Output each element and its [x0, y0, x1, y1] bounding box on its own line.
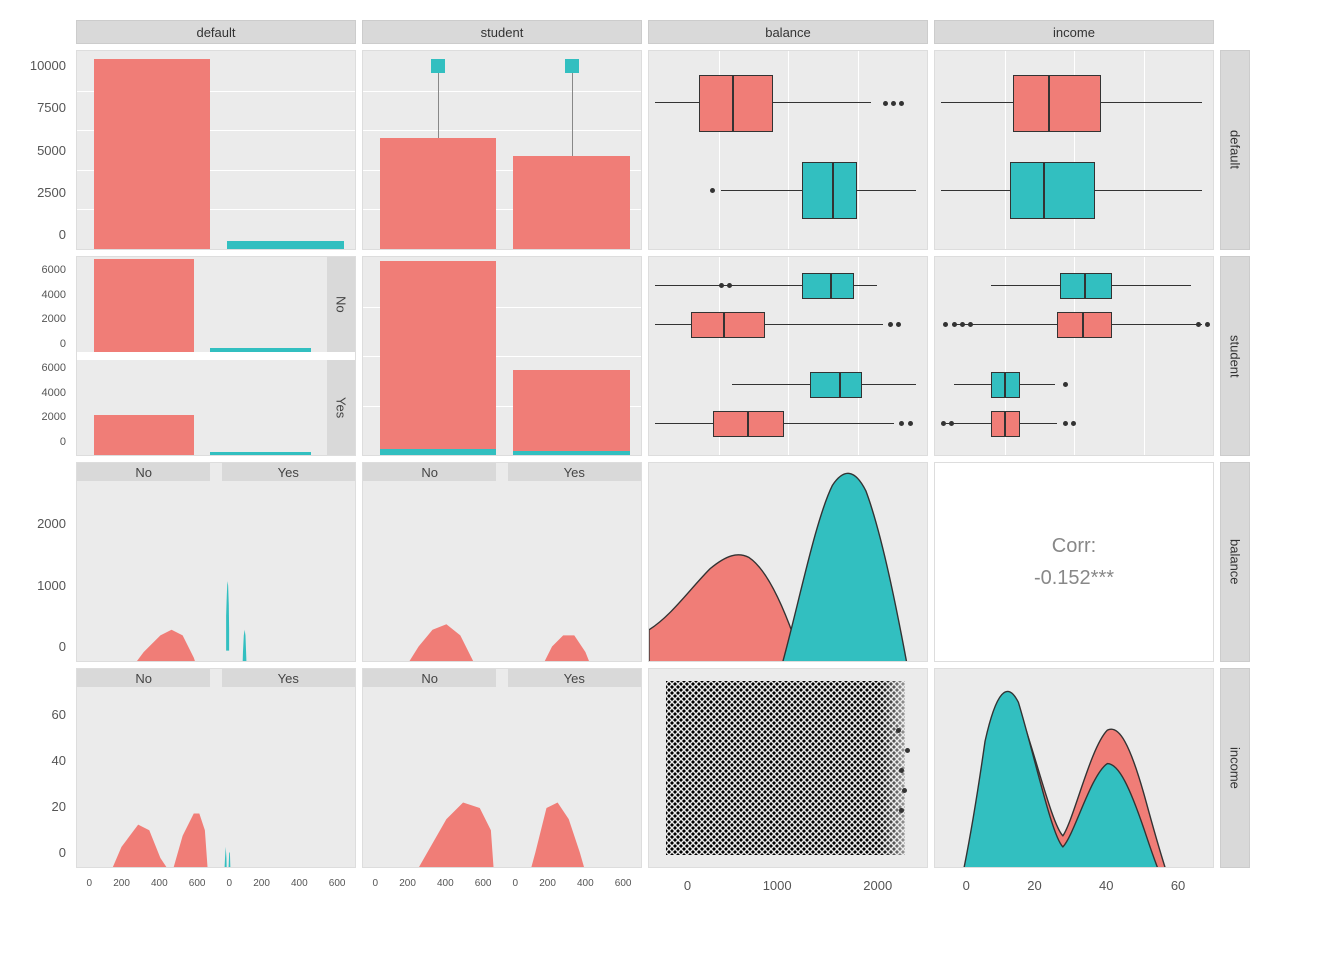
- panel-student-income: [934, 256, 1214, 456]
- row-strip-income: income: [1220, 668, 1250, 868]
- col-strip-default: default: [76, 20, 356, 44]
- panel-income-student: No Yes: [362, 668, 642, 868]
- x-axis-col1: 0200 400600 0200 400600: [76, 874, 356, 904]
- panel-student-default: No Yes: [76, 256, 356, 456]
- panel-default-balance: [648, 50, 928, 250]
- panel-income-default: No Yes: [76, 668, 356, 868]
- panel-balance-density: [648, 462, 928, 662]
- panel-default-default: [76, 50, 356, 250]
- corr-value: -0.152***: [1034, 562, 1114, 594]
- y-axis-row1: 100007500 50002500 0: [20, 50, 70, 250]
- panel-income-density: [934, 668, 1214, 868]
- y-axis-row4: 60 40 20 0: [20, 668, 70, 868]
- row-strip-balance: balance: [1220, 462, 1250, 662]
- col-strip-balance: balance: [648, 20, 928, 44]
- panel-income-balance-scatter: [648, 668, 928, 868]
- panel-student-balance: [648, 256, 928, 456]
- row-strip-student: student: [1220, 256, 1250, 456]
- panel-balance-income-corr: Corr: -0.152***: [934, 462, 1214, 662]
- col-strip-student: student: [362, 20, 642, 44]
- panel-default-income: [934, 50, 1214, 250]
- x-axis-col4: 0 20 40 60: [934, 874, 1214, 904]
- panel-balance-student: No Yes: [362, 462, 642, 662]
- pairs-plot-matrix: default student balance income 100007500…: [20, 20, 1324, 904]
- panel-balance-default: No Yes: [76, 462, 356, 662]
- row-strip-default: default: [1220, 50, 1250, 250]
- facet-strip-no: No: [327, 257, 355, 352]
- y-axis-row3: 2000 1000 0: [20, 462, 70, 662]
- panel-student-student: [362, 256, 642, 456]
- y-axis-row2: 60004000 20000 60004000 20000: [20, 256, 70, 456]
- x-axis-col3: 0 1000 2000: [648, 874, 928, 904]
- panel-default-student: [362, 50, 642, 250]
- corr-label: Corr:: [1034, 530, 1114, 562]
- col-strip-income: income: [934, 20, 1214, 44]
- facet-strip-yes: Yes: [327, 360, 355, 455]
- x-axis-col2: 0200 400600 0200 400600: [362, 874, 642, 904]
